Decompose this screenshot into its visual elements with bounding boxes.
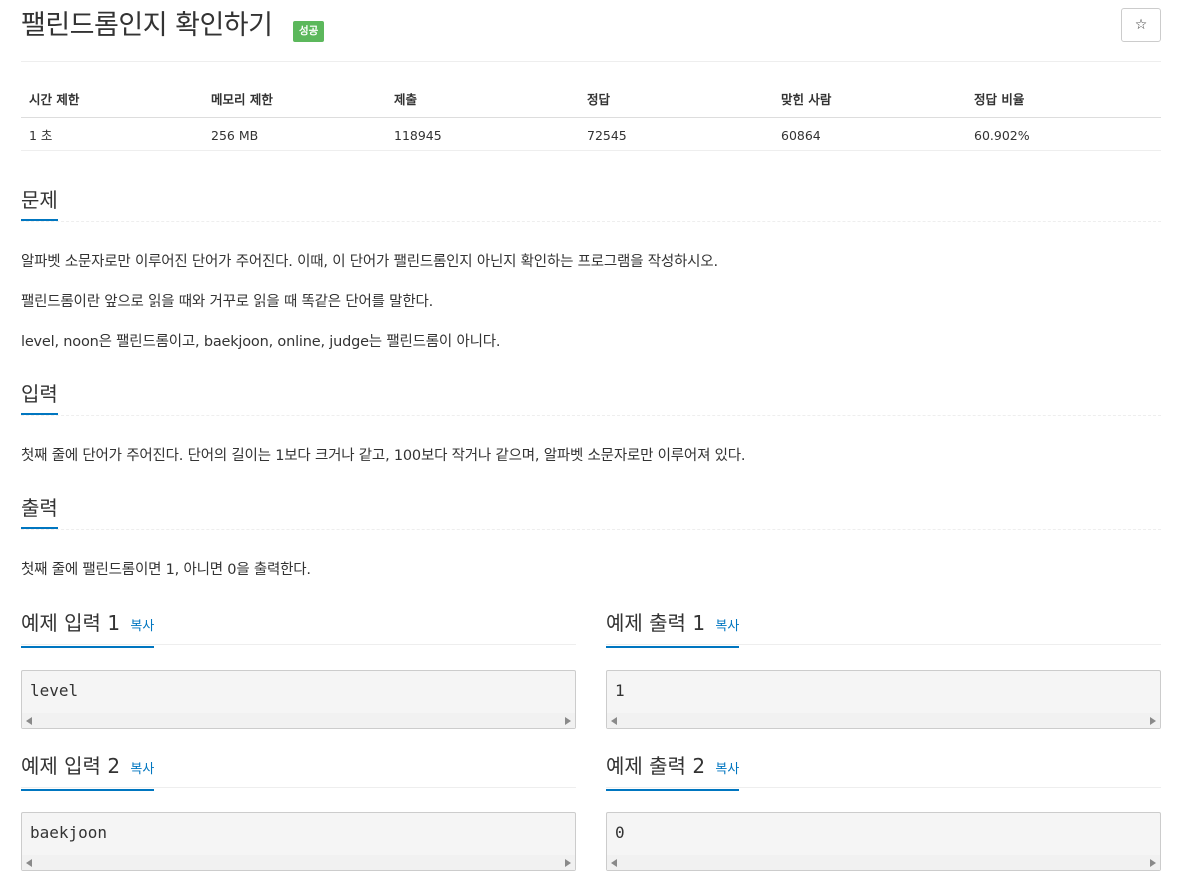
scroll-left-icon[interactable] — [26, 717, 32, 725]
status-badge: 성공 — [293, 21, 325, 42]
sample-input-1-header: 예제 입력 1 복사 — [21, 608, 576, 648]
horizontal-scrollbar[interactable] — [607, 855, 1160, 870]
horizontal-scrollbar[interactable] — [22, 855, 575, 870]
section-title: 문제 — [21, 185, 58, 221]
scroll-right-icon[interactable] — [565, 859, 571, 867]
sample-input-2-box[interactable]: baekjoon — [21, 812, 576, 871]
sample-title: 예제 입력 1 — [21, 611, 121, 635]
horizontal-scrollbar[interactable] — [22, 713, 575, 728]
sample-output-text: 1 — [615, 681, 625, 700]
sample-output-1-box[interactable]: 1 — [606, 670, 1161, 729]
copy-button[interactable]: 복사 — [715, 762, 739, 777]
problem-page: 팰린드롬인지 확인하기 성공 ☆ 시간 제한 메모리 제한 제출 정답 맞힌 사… — [0, 0, 1177, 886]
sample-input-1-box[interactable]: level — [21, 670, 576, 729]
scroll-left-icon[interactable] — [26, 859, 32, 867]
table-row: 1 초 256 MB 118945 72545 60864 60.902% — [21, 118, 1161, 151]
table-header-cell: 시간 제한 — [29, 92, 80, 107]
horizontal-scrollbar[interactable] — [607, 713, 1160, 728]
section-title: 입력 — [21, 379, 58, 415]
section-title: 출력 — [21, 493, 58, 529]
sample-title: 예제 출력 2 — [606, 754, 706, 778]
problem-info-table: 시간 제한 메모리 제한 제출 정답 맞힌 사람 정답 비율 1 초 256 M… — [21, 84, 1161, 151]
sample-title-wrap: 예제 입력 2 복사 — [21, 751, 155, 791]
favorite-button[interactable]: ☆ — [1121, 8, 1161, 42]
sample-title-wrap: 예제 출력 2 복사 — [606, 751, 740, 791]
table-cell: 72545 — [587, 128, 627, 143]
page-title: 팰린드롬인지 확인하기 — [21, 10, 273, 41]
scroll-right-icon[interactable] — [1150, 859, 1156, 867]
table-cell: 60.902% — [974, 128, 1030, 143]
table-cell: 60864 — [781, 128, 821, 143]
input-description: 첫째 줄에 단어가 주어진다. 단어의 길이는 1보다 크거나 같고, 100보… — [21, 448, 746, 464]
scroll-left-icon[interactable] — [611, 717, 617, 725]
copy-button[interactable]: 복사 — [715, 619, 739, 634]
table-header-row: 시간 제한 메모리 제한 제출 정답 맞힌 사람 정답 비율 — [21, 84, 1161, 118]
input-section-header: 입력 — [21, 379, 1161, 416]
table-header-cell: 제출 — [394, 92, 418, 107]
scroll-right-icon[interactable] — [1150, 717, 1156, 725]
problem-section-header: 문제 — [21, 185, 1161, 222]
sample-title: 예제 입력 2 — [21, 754, 121, 778]
copy-button[interactable]: 복사 — [130, 762, 154, 777]
table-cell: 118945 — [394, 128, 442, 143]
table-header-cell: 맞힌 사람 — [781, 92, 832, 107]
copy-button[interactable]: 복사 — [130, 619, 154, 634]
sample-title-wrap: 예제 입력 1 복사 — [21, 608, 155, 648]
sample-output-2-box[interactable]: 0 — [606, 812, 1161, 871]
sample-title-wrap: 예제 출력 1 복사 — [606, 608, 740, 648]
sample-output-text: 0 — [615, 823, 625, 842]
problem-paragraph: 팰린드롬이란 앞으로 읽을 때와 거꾸로 읽을 때 똑같은 단어를 말한다. — [21, 294, 434, 310]
problem-paragraph: level, noon은 팰린드롬이고, baekjoon, online, j… — [21, 334, 501, 350]
output-description: 첫째 줄에 팰린드롬이면 1, 아니면 0을 출력한다. — [21, 562, 311, 578]
sample-output-2-header: 예제 출력 2 복사 — [606, 751, 1161, 791]
sample-input-text: baekjoon — [30, 823, 108, 842]
sample-title: 예제 출력 1 — [606, 611, 706, 635]
divider — [21, 61, 1161, 62]
table-cell: 256 MB — [211, 128, 259, 143]
scroll-left-icon[interactable] — [611, 859, 617, 867]
sample-input-2-header: 예제 입력 2 복사 — [21, 751, 576, 791]
table-cell: 1 초 — [29, 128, 53, 143]
sample-input-text: level — [30, 681, 79, 700]
output-section-header: 출력 — [21, 493, 1161, 530]
problem-paragraph: 알파벳 소문자로만 이루어진 단어가 주어진다. 이때, 이 단어가 팰린드롬인… — [21, 254, 718, 270]
star-icon: ☆ — [1134, 17, 1148, 33]
sample-output-1-header: 예제 출력 1 복사 — [606, 608, 1161, 648]
table-header-cell: 정답 — [587, 92, 611, 107]
table-header-cell: 정답 비율 — [974, 92, 1025, 107]
scroll-right-icon[interactable] — [565, 717, 571, 725]
divider — [21, 150, 1161, 151]
table-header-cell: 메모리 제한 — [211, 92, 273, 107]
